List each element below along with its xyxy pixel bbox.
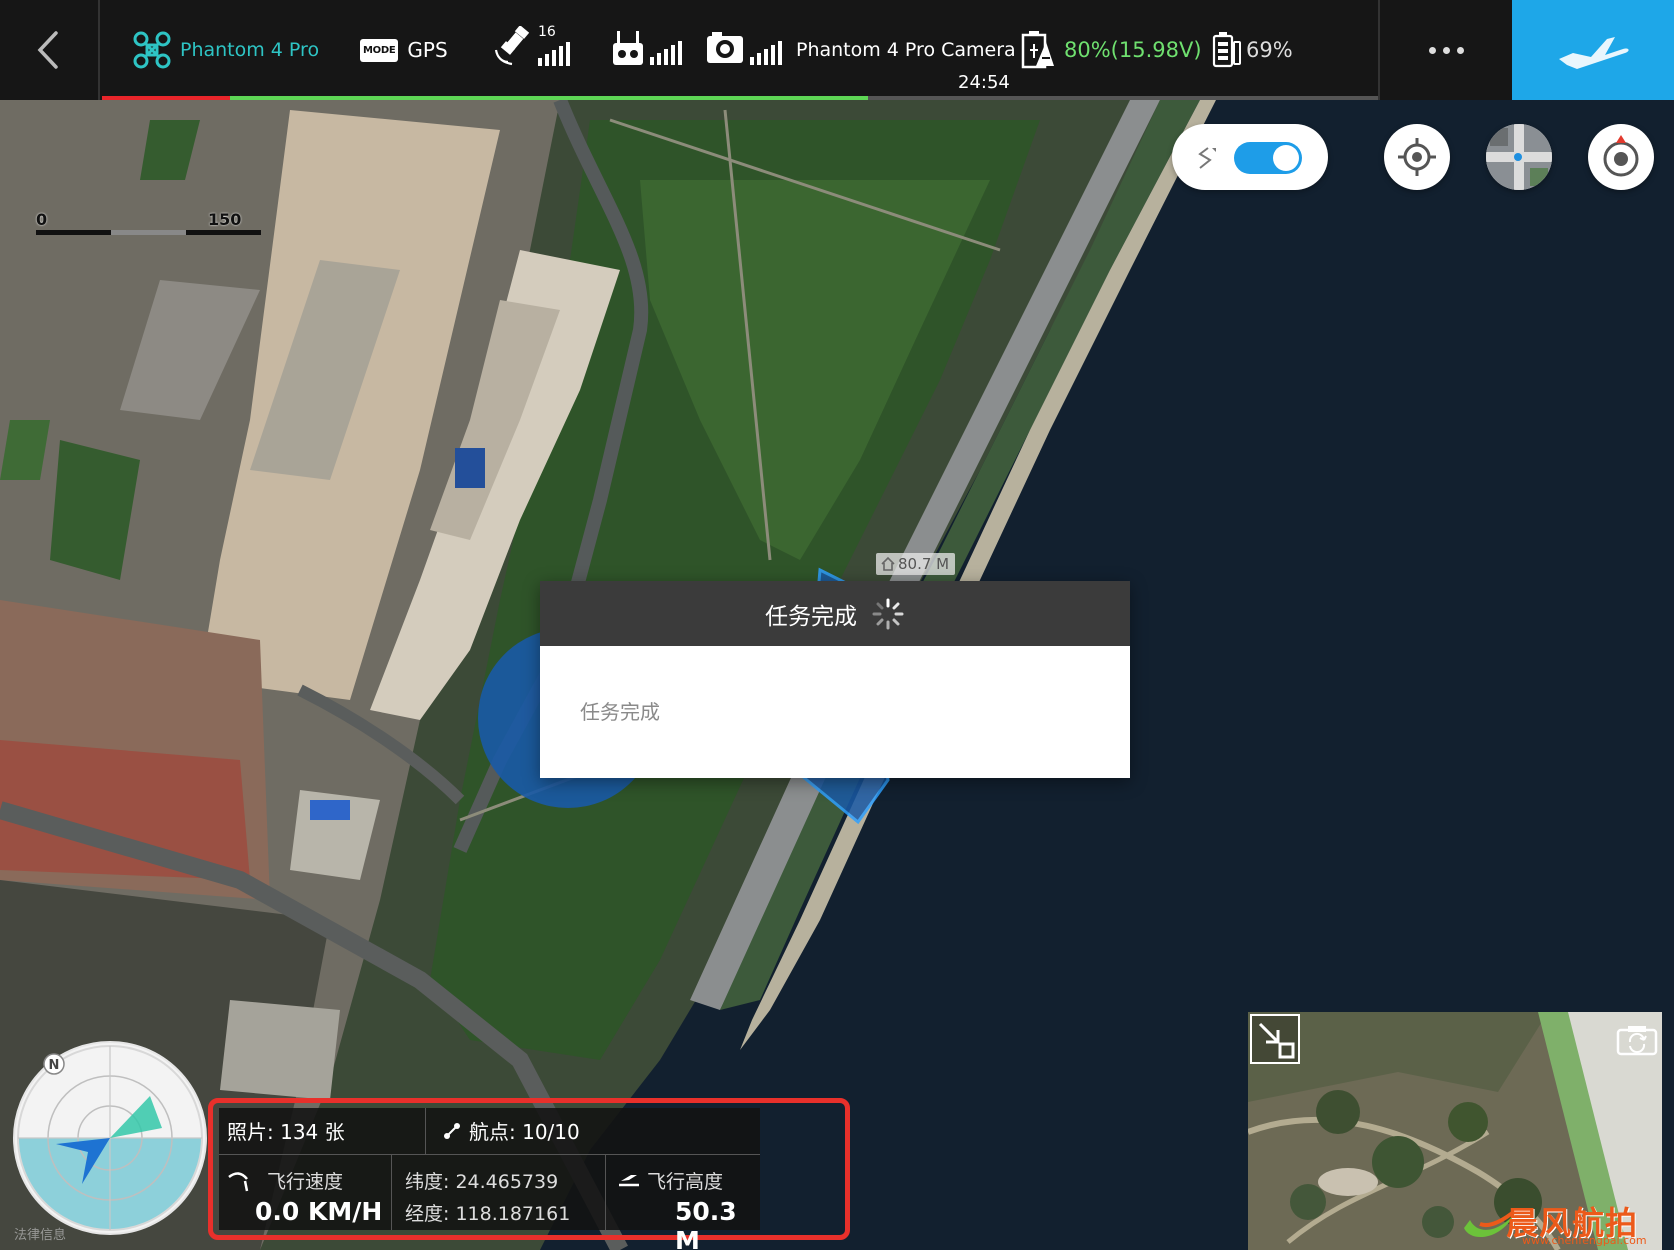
gps-signal[interactable]: 16	[494, 24, 574, 66]
telemetry-panel: 照片: 134 张 航点: 10/10 飞行速度 0.0 KM/H 纬度: 24…	[219, 1108, 760, 1250]
longitude: 经度: 118.187161	[405, 1203, 571, 1225]
mode-badge: MODE	[360, 38, 399, 62]
altitude-label: 飞行高度	[647, 1171, 724, 1193]
collapse-arrow-icon	[1258, 1022, 1295, 1059]
route-icon	[1198, 147, 1216, 169]
satellite-icon	[494, 26, 530, 66]
drone-icon	[133, 31, 171, 69]
status-area: Phantom 4 Pro MODE GPS 16 Phantom 4 Pro …	[102, 0, 1378, 100]
compass-radar[interactable]: N	[12, 1040, 208, 1236]
progress-warning-segment	[102, 96, 230, 100]
airplane-icon	[1559, 37, 1629, 69]
aircraft-status[interactable]: Phantom 4 Pro	[132, 30, 319, 70]
orientation-icon	[1603, 135, 1639, 177]
watermark-url: www.chenfengpai.com	[1522, 1234, 1647, 1247]
speed-cell: 飞行速度 0.0 KM/H	[219, 1155, 391, 1230]
scale-line	[36, 230, 261, 235]
dialog-body: 任务完成	[540, 646, 1130, 778]
more-icon	[1428, 46, 1436, 54]
map-layer-icon	[1486, 124, 1552, 190]
coordinates-cell: 纬度: 24.465739 经度: 118.187161	[405, 1155, 585, 1230]
home-point-label: 80.7 M	[876, 553, 956, 575]
route-display-toggle[interactable]	[1172, 124, 1328, 190]
signal-bars-icon	[538, 42, 570, 66]
map-type-button[interactable]	[1486, 124, 1552, 190]
north-label: N	[49, 1058, 60, 1073]
altitude-value: 50.3 M	[675, 1197, 737, 1250]
flight-time: 24:54	[958, 72, 1010, 93]
more-button[interactable]	[1378, 0, 1512, 100]
device-battery[interactable]: 69%	[1212, 30, 1293, 70]
camera-icon	[707, 32, 743, 63]
dialog-header: 任务完成	[540, 581, 1130, 646]
aircraft-battery[interactable]: 80%(15.98V)	[1020, 30, 1202, 70]
remote-signal[interactable]	[612, 28, 684, 68]
altitude-icon	[619, 1175, 639, 1187]
photo-count: 照片: 134 张	[227, 1120, 345, 1144]
chevron-left-icon	[37, 31, 58, 69]
fly-button[interactable]	[1512, 0, 1674, 100]
progress-fill	[230, 96, 868, 100]
signal-bars-icon	[750, 41, 782, 65]
camera-signal[interactable]	[706, 28, 784, 68]
flight-mode-value: GPS	[407, 38, 448, 62]
latitude: 纬度: 24.465739	[405, 1171, 559, 1193]
mission-progress-bar	[102, 96, 1378, 100]
battery-level: 80%(15.98V)	[1064, 38, 1202, 62]
aircraft-name: Phantom 4 Pro	[180, 39, 320, 61]
camera-name: Phantom 4 Pro Camera	[796, 39, 1016, 61]
back-button[interactable]	[0, 0, 100, 100]
remote-controller-icon	[613, 31, 643, 65]
aircraft-battery-icon	[1021, 31, 1054, 69]
speed-value: 0.0 KM/H	[255, 1197, 383, 1226]
device-battery-level: 69%	[1246, 38, 1293, 62]
waypoint-count: 航点: 10/10	[469, 1120, 580, 1144]
top-status-bar: Phantom 4 Pro MODE GPS 16 Phantom 4 Pro …	[0, 0, 1674, 100]
signal-bars-icon	[650, 41, 682, 65]
map-scale-bar: 0 150	[36, 210, 266, 240]
speedometer-icon	[228, 1172, 249, 1192]
collapse-view-button[interactable]	[1250, 1014, 1300, 1064]
compass-lock-button[interactable]	[1588, 124, 1654, 190]
locate-aircraft-button[interactable]	[1384, 124, 1450, 190]
loading-spinner-icon	[872, 598, 904, 629]
flight-mode[interactable]: MODE GPS	[360, 30, 448, 70]
dialog-message: 任务完成	[580, 700, 660, 724]
legal-info-link[interactable]: 法律信息	[14, 1224, 66, 1243]
watermark-logo: 晨风航拍 www.chenfengpai.com	[1460, 1198, 1670, 1250]
satellite-count: 16	[538, 24, 556, 40]
home-altitude: 80.7 M	[898, 555, 950, 573]
home-icon	[881, 556, 895, 571]
dialog-title: 任务完成	[765, 603, 857, 630]
app-screen: 0 150 80.7 M Phantom 4 Pro MODE GPS 16 P…	[0, 0, 1674, 1250]
waypoint-progress: 航点: 10/10	[443, 1116, 580, 1145]
crosshair-icon	[1398, 138, 1436, 176]
toggle-switch[interactable]	[1234, 142, 1302, 174]
waypoint-icon	[444, 1122, 460, 1139]
altitude-cell: 飞行高度 50.3 M	[605, 1155, 760, 1250]
device-battery-icon	[1212, 32, 1241, 68]
speed-label: 飞行速度	[267, 1171, 344, 1193]
camera-switch-icon[interactable]	[1616, 1024, 1658, 1056]
mission-complete-dialog: 任务完成 任务完成	[540, 581, 1130, 778]
